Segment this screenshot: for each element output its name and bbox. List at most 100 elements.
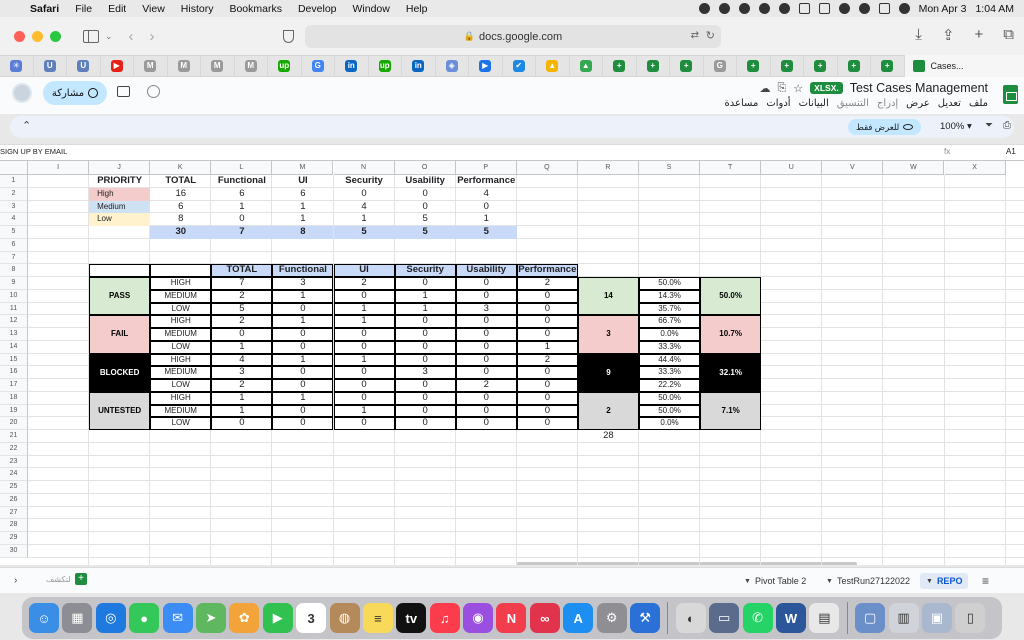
status-value[interactable]: 0 (516, 391, 578, 405)
cloud-status-icon[interactable]: ☁ (759, 82, 770, 95)
pinned-tab[interactable]: up (369, 55, 402, 77)
priority-value[interactable]: 1 (211, 201, 272, 214)
priority-value[interactable]: 4 (456, 188, 517, 201)
priority-value[interactable]: 0 (334, 188, 395, 201)
row-header[interactable]: 12 (0, 315, 28, 328)
status-level-percent[interactable]: 0.0% (639, 328, 701, 341)
horizontal-scrollbar[interactable] (517, 562, 857, 565)
row-header[interactable]: 29 (0, 532, 28, 545)
add-sheet-icon[interactable]: + (75, 573, 87, 585)
priority-value[interactable]: 6 (211, 188, 272, 201)
pinned-tab[interactable]: up (268, 55, 302, 77)
priority-table-header[interactable]: UI (272, 175, 333, 188)
input-source-icon[interactable] (798, 3, 810, 14)
maps-icon[interactable]: ➤ (195, 603, 226, 633)
menu-view[interactable]: View (134, 3, 173, 15)
status-value[interactable]: 0 (394, 340, 456, 354)
status-value[interactable]: 0 (272, 404, 334, 418)
app-store-icon[interactable]: A (563, 603, 594, 633)
status-value[interactable]: 0 (455, 366, 517, 379)
menu-edit-ar[interactable]: تعديل (938, 98, 961, 109)
status-value[interactable]: 1 (516, 340, 578, 354)
column-header[interactable]: L (211, 161, 273, 175)
fullscreen-window-button[interactable] (50, 30, 61, 42)
forward-arrow-icon[interactable]: › (150, 28, 155, 45)
row-header[interactable]: 26 (0, 493, 28, 507)
priority-table-header[interactable]: Usability (395, 175, 456, 188)
share-button[interactable]: مشاركة (43, 81, 107, 105)
row-header[interactable]: 9 (0, 277, 28, 290)
status-value[interactable]: 0 (394, 315, 456, 328)
pinned-tab[interactable]: + (871, 55, 905, 77)
desktop-window-icon[interactable]: ▣ (921, 603, 952, 633)
status-app-icon[interactable] (738, 3, 750, 14)
menu-tools-ar[interactable]: أدوات (766, 98, 790, 109)
status-value[interactable]: 3 (394, 366, 456, 379)
status-level-percent[interactable]: 50.0% (639, 404, 701, 418)
status-value[interactable]: 0 (455, 289, 517, 303)
row-header[interactable]: 21 (0, 430, 28, 443)
status-percent[interactable]: 32.1% (700, 353, 762, 392)
grammarly-icon[interactable] (718, 3, 730, 14)
status-value[interactable]: 0 (394, 417, 456, 430)
status-value[interactable]: 0 (333, 391, 395, 405)
system-settings-icon[interactable]: ⚙ (596, 603, 627, 633)
status-table-header[interactable]: Functional (272, 264, 334, 277)
status-value[interactable]: 0 (394, 328, 456, 341)
status-value[interactable]: 0 (272, 417, 334, 430)
status-value[interactable]: 2 (516, 277, 578, 290)
menu-help-ar[interactable]: مساعدة (725, 98, 759, 109)
row-header[interactable]: 22 (0, 442, 28, 456)
mail-icon[interactable]: ✉ (162, 603, 193, 633)
status-value[interactable]: 3 (211, 366, 273, 379)
dropdown-arrow-icon[interactable]: ▼ (826, 578, 833, 585)
status-value[interactable]: 0 (394, 277, 456, 290)
battery-icon[interactable] (818, 3, 830, 14)
launchpad-icon[interactable]: ▦ (62, 603, 93, 633)
status-value[interactable]: 1 (211, 340, 273, 354)
column-header[interactable]: X (944, 161, 1006, 175)
column-header[interactable]: T (700, 161, 762, 175)
priority-table-header[interactable]: Functional (211, 175, 272, 188)
status-value[interactable]: 0 (272, 366, 334, 379)
pinned-tab[interactable]: ✔ (503, 55, 536, 77)
row-header[interactable]: 3 (0, 200, 28, 214)
status-level[interactable]: LOW (150, 340, 212, 354)
document-icon[interactable]: ▤ (809, 603, 840, 633)
status-value[interactable]: 2 (516, 353, 578, 367)
status-value[interactable]: 1 (211, 391, 273, 405)
column-header[interactable]: O (394, 161, 456, 175)
status-app-icon[interactable] (778, 3, 790, 14)
status-value[interactable]: 3 (455, 302, 517, 316)
status-level-percent[interactable]: 33.3% (639, 340, 701, 354)
minimize-window-button[interactable] (32, 30, 43, 42)
status-value[interactable]: 0 (394, 404, 456, 418)
trash-icon[interactable]: ▯ (955, 603, 986, 633)
document-title[interactable]: Test Cases Management (850, 81, 988, 95)
music-icon[interactable]: ♫ (429, 603, 460, 633)
priority-table-header[interactable]: Performance (456, 175, 517, 188)
status-label-pass[interactable]: PASS (89, 277, 151, 316)
finder-icon[interactable]: ☺ (29, 603, 59, 633)
row-header[interactable]: 23 (0, 455, 28, 469)
status-value[interactable]: 0 (272, 302, 334, 316)
reload-icon[interactable]: ↻ (706, 29, 715, 42)
avatar[interactable] (12, 83, 32, 103)
comment-icon[interactable] (117, 86, 130, 97)
status-value[interactable]: 0 (272, 340, 334, 354)
filter-icon[interactable]: ⏷ (985, 120, 993, 131)
status-value[interactable]: 1 (272, 289, 334, 303)
pinned-tab[interactable]: G (302, 55, 335, 77)
zoom-select[interactable]: 100% ▾ (940, 121, 972, 132)
priority-value[interactable]: 1 (456, 213, 517, 226)
menu-edit[interactable]: Edit (100, 3, 134, 15)
column-header[interactable]: M (272, 161, 334, 175)
status-value[interactable]: 0 (455, 328, 517, 341)
status-value[interactable]: 0 (394, 353, 456, 367)
status-table-header[interactable]: UI (333, 264, 395, 277)
pinned-tab[interactable]: ✳ (0, 55, 34, 77)
select-all-corner[interactable] (0, 161, 28, 175)
status-value[interactable]: 0 (272, 328, 334, 341)
back-arrow-icon[interactable]: ‹ (129, 28, 134, 45)
status-value[interactable]: 0 (516, 417, 578, 430)
